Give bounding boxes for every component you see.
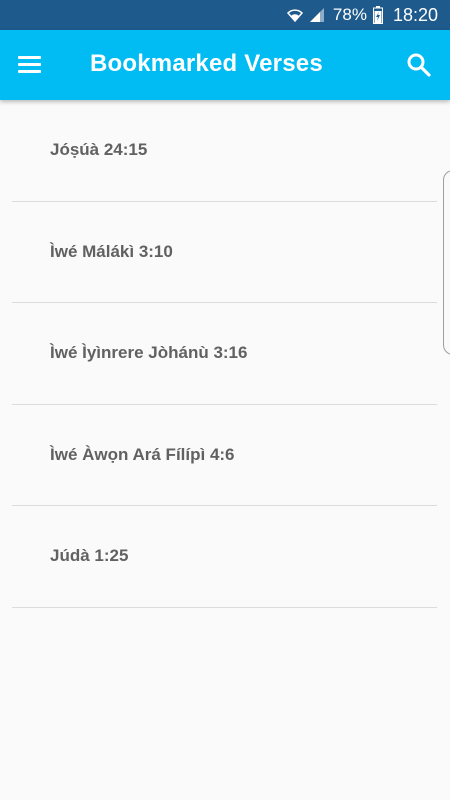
app-bar: Bookmarked Verses: [0, 30, 450, 100]
bookmark-list: Jóṣúà 24:15 Ìwé Málákì 3:10 Ìwé Ìyìnrere…: [12, 100, 437, 608]
edge-panel-handle[interactable]: [443, 170, 450, 355]
bookmark-label: Ìwé Málákì 3:10: [50, 241, 173, 261]
search-icon[interactable]: [406, 52, 432, 78]
battery-charging-icon: [372, 6, 383, 24]
bookmark-item[interactable]: Júdà 1:25: [12, 506, 437, 608]
bookmark-item[interactable]: Ìwé Málákì 3:10: [12, 202, 437, 303]
bookmark-item[interactable]: Ìwé Ìyìnrere Jòhánù 3:16: [12, 303, 437, 405]
page-title: Bookmarked Verses: [90, 50, 323, 77]
bookmark-label: Ìwé Àwọn Ará Fílípì 4:6: [50, 444, 235, 464]
bookmark-item[interactable]: Ìwé Àwọn Ará Fílípì 4:6: [12, 405, 437, 506]
signal-icon: [309, 7, 325, 23]
clock: 18:20: [392, 4, 438, 25]
bookmark-label: Ìwé Ìyìnrere Jòhánù 3:16: [50, 343, 248, 362]
status-bar: 78% 18:20: [0, 0, 450, 30]
wifi-icon: [286, 7, 303, 23]
bookmark-item[interactable]: Jóṣúà 24:15: [12, 100, 437, 202]
hamburger-menu-icon[interactable]: [16, 53, 42, 77]
battery-percent: 78%: [332, 5, 367, 24]
bookmark-label: Júdà 1:25: [50, 546, 129, 565]
bookmark-label: Jóṣúà 24:15: [50, 140, 148, 159]
